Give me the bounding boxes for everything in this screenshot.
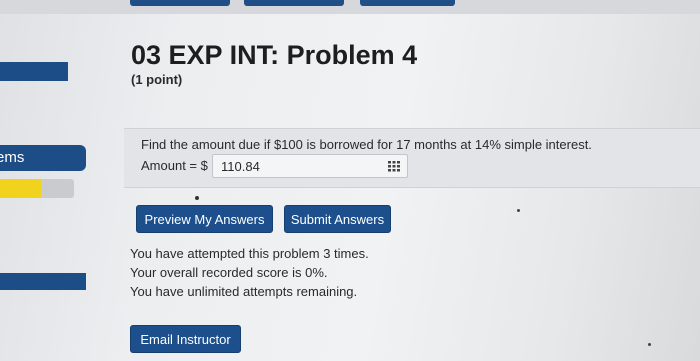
- submit-answers-button[interactable]: Submit Answers: [284, 205, 391, 233]
- progress-bar-fill: [0, 179, 41, 198]
- preview-answers-button[interactable]: Preview My Answers: [136, 205, 273, 233]
- progress-bar: [0, 179, 74, 198]
- marker-dot: [195, 196, 199, 200]
- screen-speck: [517, 209, 520, 212]
- problem-question: Find the amount due if $100 is borrowed …: [141, 137, 592, 152]
- points-label: (1 point): [131, 72, 183, 87]
- page-title: 03 EXP INT: Problem 4: [131, 40, 418, 70]
- top-nav-tab[interactable]: [130, 0, 230, 6]
- top-nav-tab[interactable]: [360, 0, 455, 6]
- attempts-message: You have attempted this problem 3 times.: [130, 246, 369, 261]
- sidebar-nav-item[interactable]: [0, 62, 68, 81]
- answer-label: Amount = $: [141, 158, 208, 173]
- grid-keypad-icon[interactable]: [388, 161, 400, 172]
- answer-input[interactable]: [212, 154, 408, 178]
- remaining-message: You have unlimited attempts remaining.: [130, 284, 358, 299]
- screen-speck: [648, 343, 651, 346]
- sidebar-problems-button[interactable]: ems: [0, 145, 86, 171]
- score-message: Your overall recorded score is 0%.: [130, 265, 328, 280]
- top-nav-strip: [0, 0, 700, 14]
- sidebar-nav-item[interactable]: [0, 273, 86, 290]
- email-instructor-button[interactable]: Email Instructor: [130, 325, 241, 353]
- top-nav-tab[interactable]: [244, 0, 344, 6]
- sidebar-problems-label: ems: [0, 149, 25, 166]
